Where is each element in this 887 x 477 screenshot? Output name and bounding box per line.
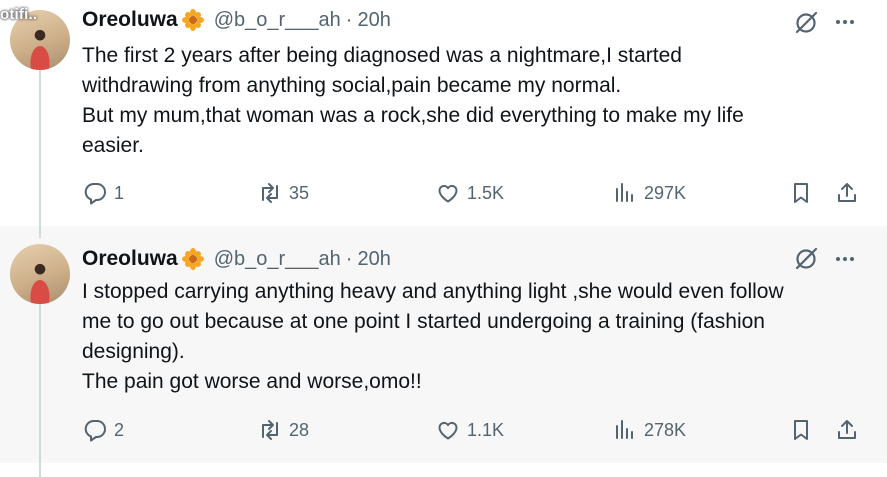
reply-icon [84,183,106,205]
tweet-text: The first 2 years after being diagnosed … [82,41,862,161]
retweet-icon [262,420,278,440]
like-count: 1.5K [467,182,505,203]
bookmark-button[interactable] [788,178,814,208]
views-button[interactable]: 297K [612,178,686,208]
retweet-count: 28 [289,419,310,440]
timestamp[interactable]: 20h [357,248,390,271]
share-button[interactable] [834,415,860,445]
views-count: 297K [644,182,687,203]
tweet-text-line: me to go out because at one point I star… [82,310,765,333]
reply-icon [84,420,106,442]
tweet-text-line: I stopped carrying anything heavy and an… [82,280,784,303]
like-button[interactable]: 1.1K [435,415,504,445]
tweet-text-line: The first 2 years after being diagnosed … [82,44,682,67]
grok-icon[interactable] [793,246,819,272]
grok-icon[interactable] [793,10,819,36]
tweet-text-line: withdrawing from anything social,pain be… [82,74,622,97]
tweet-header: Oreoluwa @b_o_r___ah · 20h [82,8,391,32]
retweet-icon [262,183,278,203]
reply-button[interactable]: 2 [82,415,124,445]
author-handle[interactable]: @b_o_r___ah [214,248,341,271]
retweet-count: 35 [289,182,310,203]
more-icon[interactable] [833,10,857,34]
more-icon[interactable] [833,247,857,271]
tweet-actions: 1 35 1.5K 297K [82,178,862,208]
tweet-actions: 2 28 1.1K 278K [82,415,862,445]
share-icon [838,183,856,202]
avatar[interactable] [10,244,70,304]
tweet-header: Oreoluwa @b_o_r___ah · 20h [82,247,391,271]
like-button[interactable]: 1.5K [435,178,504,208]
share-icon [838,420,856,439]
tweet-text-line: designing). [82,340,185,363]
retweet-button[interactable]: 35 [257,178,309,208]
sunflower-emoji-icon [181,248,204,270]
heart-icon [438,421,458,440]
heart-icon [438,184,458,203]
watermark-text: otifi.. [0,6,38,23]
bookmark-icon [794,183,808,203]
thread-line [39,304,41,477]
tweet-text-line: easier. [82,134,144,157]
author-name[interactable]: Oreoluwa [82,8,178,32]
retweet-button[interactable]: 28 [257,415,309,445]
reply-count: 2 [114,419,125,440]
separator-dot: · [345,8,353,31]
bookmark-button[interactable] [788,415,814,445]
share-button[interactable] [834,178,860,208]
author-handle[interactable]: @b_o_r___ah [214,9,341,32]
author-name[interactable]: Oreoluwa [82,247,178,271]
thread-line [39,68,41,238]
views-button[interactable]: 278K [612,415,686,445]
reply-button[interactable]: 1 [82,178,124,208]
timestamp[interactable]: 20h [357,9,390,32]
like-count: 1.1K [467,419,505,440]
bookmark-icon [794,420,808,440]
tweet-text-line: But my mum,that woman was a rock,she did… [82,104,744,127]
tweet-text-line: The pain got worse and worse,omo!! [82,370,422,393]
reply-count: 1 [114,182,125,203]
tweet-text: I stopped carrying anything heavy and an… [82,277,862,397]
views-icon [616,420,633,439]
separator-dot: · [345,247,353,270]
views-count: 278K [644,419,687,440]
views-icon [616,183,633,202]
sunflower-emoji-icon [181,9,204,31]
